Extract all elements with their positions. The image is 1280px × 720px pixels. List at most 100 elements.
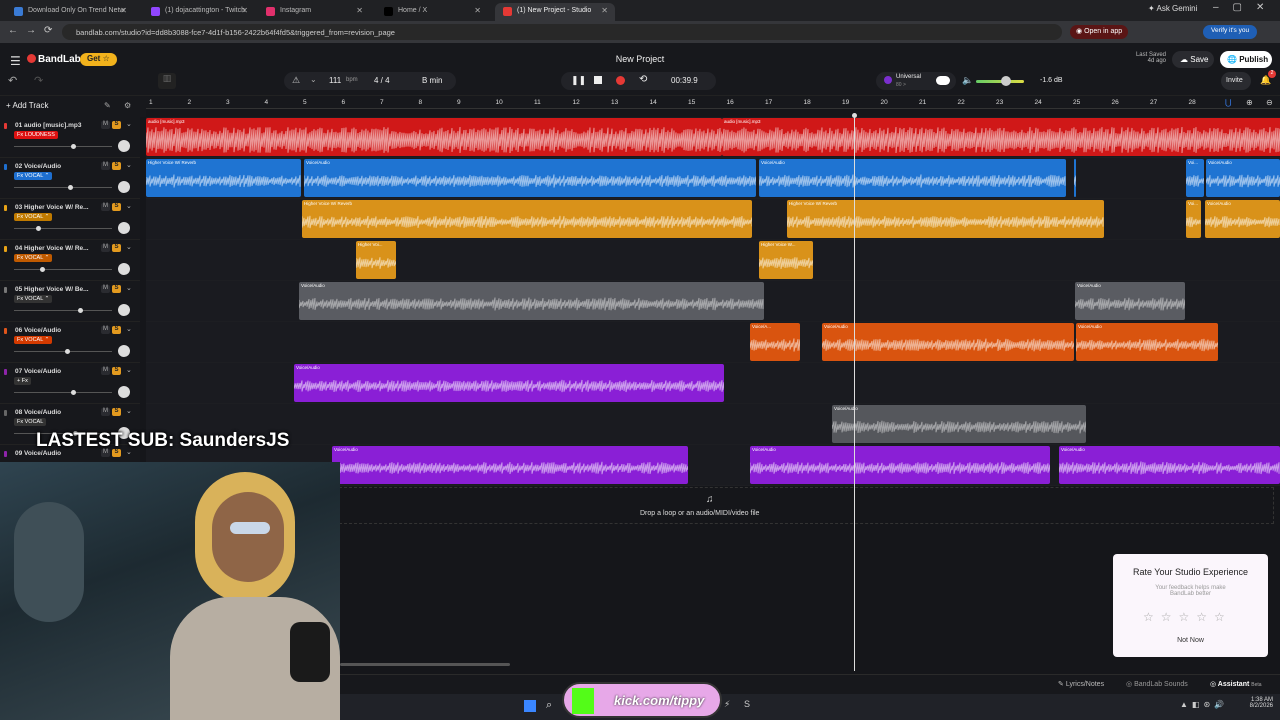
mixer-icon[interactable]: ▥ xyxy=(158,73,176,89)
mute-button[interactable]: M xyxy=(101,408,110,416)
track-header[interactable]: 07 Voice/Audio + Fx M S ⌄ xyxy=(0,363,140,404)
fx-badge[interactable]: Fx VOCAL ⌃ xyxy=(14,172,53,180)
track-name[interactable]: 03 Higher Voice W/ Re... xyxy=(15,204,89,211)
track-volume-slider[interactable] xyxy=(14,228,112,229)
fx-badge[interactable]: Fx VOCAL ⌃ xyxy=(14,336,53,344)
search-icon[interactable]: ⌕ xyxy=(546,699,552,712)
track-header[interactable]: 02 Voice/Audio Fx VOCAL ⌃ M S ⌄ xyxy=(0,158,140,199)
star-rating[interactable]: ☆☆☆☆☆ xyxy=(1143,610,1232,624)
verify-button[interactable]: Verify it's you xyxy=(1203,25,1258,39)
close-icon[interactable]: ✕ xyxy=(356,6,363,15)
audio-clip[interactable]: Higher Voice W/ Reverb xyxy=(146,159,301,197)
track-volume-slider[interactable] xyxy=(14,351,112,352)
publish-button[interactable]: 🌐 Publish xyxy=(1220,51,1272,68)
key-selector[interactable]: B min xyxy=(422,76,442,85)
fx-badge[interactable]: Fx VOCAL ⌃ xyxy=(14,213,53,221)
undo-icon[interactable]: ↶ xyxy=(8,74,17,87)
fx-badge[interactable]: Fx VOCAL ⌃ xyxy=(14,254,53,262)
mute-button[interactable]: M xyxy=(101,244,110,252)
track-header[interactable]: 03 Higher Voice W/ Re... Fx VOCAL ⌃ M S ⌄ xyxy=(0,199,140,240)
chevron-down-icon[interactable]: ⌄ xyxy=(126,202,132,210)
invite-button[interactable]: Invite xyxy=(1221,72,1251,90)
loop-icon[interactable]: ⟲ xyxy=(639,74,647,85)
browser-tab[interactable]: Instagram ✕ xyxy=(258,3,370,21)
mute-button[interactable]: M xyxy=(101,121,110,129)
window-controls[interactable]: –▢✕ xyxy=(1213,2,1278,13)
fx-badge[interactable]: Fx VOCAL ⌃ xyxy=(14,295,53,303)
solo-button[interactable]: S xyxy=(112,162,121,170)
lyrics-button[interactable]: ✎ Lyrics/Notes xyxy=(1058,680,1104,688)
nav-arrows[interactable]: ←→⟳ xyxy=(8,25,60,36)
audio-clip[interactable]: Higher Voice W... xyxy=(759,241,813,279)
track-lane[interactable]: Higher Voice W/ Reverb Voice/Audio Voice/A… xyxy=(146,158,1280,199)
audio-clip[interactable]: Voice/Audio xyxy=(822,323,1074,361)
mute-button[interactable]: M xyxy=(101,162,110,170)
close-icon[interactable]: ✕ xyxy=(120,6,127,15)
solo-button[interactable]: S xyxy=(112,326,121,334)
audio-clip[interactable]: Voi... xyxy=(1186,200,1201,238)
track-name[interactable]: 01 audio [music].mp3 xyxy=(15,122,81,129)
track-name[interactable]: 07 Voice/Audio xyxy=(15,368,61,375)
record-icon[interactable] xyxy=(616,76,625,85)
sounds-button[interactable]: ◎ BandLab Sounds xyxy=(1126,680,1188,688)
ask-gemini-button[interactable]: ✦ Ask Gemini xyxy=(1148,4,1197,13)
track-lane[interactable]: Voice/A... Voice/Audio Voice/Audio xyxy=(146,322,1280,363)
close-icon[interactable]: ✕ xyxy=(241,6,248,15)
solo-button[interactable]: S xyxy=(112,244,121,252)
fx-badge[interactable]: Fx LOUDNESS xyxy=(14,131,58,139)
track-volume-slider[interactable] xyxy=(14,310,112,311)
track-name[interactable]: 02 Voice/Audio xyxy=(15,163,61,170)
track-lane[interactable]: Voice/Audio xyxy=(146,363,1280,404)
chevron-down-icon[interactable]: ⌄ xyxy=(310,75,317,84)
timeline-ruler[interactable]: 1 2 3 4 5 6 7 8 9 10 11 12 13 14 15 16 17 18 19 20 21 22 23 24 2… xyxy=(146,96,1280,109)
track-volume-slider[interactable] xyxy=(14,187,112,188)
track-volume-knob[interactable] xyxy=(35,226,41,231)
settings-icon[interactable]: ⚙ xyxy=(124,101,131,110)
audio-clip[interactable]: Voice/Audio xyxy=(1076,323,1218,361)
add-track-button[interactable]: + Add Track xyxy=(6,101,48,110)
zoom-out-icon[interactable]: ⊖ xyxy=(1266,98,1273,107)
time-signature[interactable]: 4 / 4 xyxy=(374,76,390,85)
master-volume-slider[interactable] xyxy=(976,80,1024,83)
chevron-down-icon[interactable]: ⌄ xyxy=(126,243,132,251)
track-volume-knob[interactable] xyxy=(40,267,46,272)
audio-clip[interactable]: Higher Voice W/ Reverb xyxy=(787,200,1104,238)
not-now-button[interactable]: Not Now xyxy=(1113,637,1268,644)
url-field[interactable]: bandlab.com/studio?id=dd8b3088-fce7-4d1f… xyxy=(62,24,1062,40)
audio-clip[interactable]: Voice/Audio xyxy=(304,159,756,197)
get-button[interactable]: Get ☆ xyxy=(80,53,117,66)
audio-clip[interactable]: Higher Voice W/ Reverb xyxy=(302,200,752,238)
pan-knob[interactable] xyxy=(118,263,130,275)
track-volume-slider[interactable] xyxy=(14,392,112,393)
browser-tab[interactable]: Download Only On Trend Netw ✕ xyxy=(6,3,134,21)
audio-clip[interactable]: Voice/Audio xyxy=(759,159,1066,197)
redo-icon[interactable]: ↷ xyxy=(34,74,43,87)
audio-clip[interactable]: Voice/Audio xyxy=(1059,446,1280,484)
drop-zone[interactable]: ♫ Drop a loop or an audio/MIDI/video fil… xyxy=(339,487,1274,524)
pan-knob[interactable] xyxy=(118,386,130,398)
audio-clip[interactable]: Voi... xyxy=(1186,159,1204,197)
audio-clip[interactable]: Voice/A... xyxy=(750,323,800,361)
pan-knob[interactable] xyxy=(118,304,130,316)
audio-clip[interactable]: Voice/Audio xyxy=(1075,282,1185,320)
close-icon[interactable]: ✕ xyxy=(601,6,608,15)
solo-button[interactable]: S xyxy=(112,121,121,129)
track-header[interactable]: 01 audio [music].mp3 Fx LOUDNESS M S ⌄ xyxy=(0,117,140,158)
audio-clip[interactable]: Voice/Audio xyxy=(332,446,688,484)
mute-button[interactable]: M xyxy=(101,367,110,375)
solo-button[interactable]: S xyxy=(112,408,121,416)
audio-clip[interactable]: Voice/Audio xyxy=(1205,200,1280,238)
playhead-handle[interactable] xyxy=(852,113,857,118)
universal-toggle[interactable] xyxy=(936,76,950,85)
master-volume-knob[interactable] xyxy=(1001,76,1011,86)
track-name[interactable]: 08 Voice/Audio xyxy=(15,409,61,416)
audio-clip[interactable]: Higher Voi... xyxy=(356,241,396,279)
track-volume-knob[interactable] xyxy=(70,390,76,395)
audio-clip[interactable]: Voice/Audio xyxy=(750,446,1050,484)
solo-button[interactable]: S xyxy=(112,285,121,293)
track-name[interactable]: 05 Higher Voice W/ Be... xyxy=(15,286,89,293)
mute-button[interactable]: M xyxy=(101,285,110,293)
mute-button[interactable]: M xyxy=(101,326,110,334)
horizontal-scrollbar[interactable] xyxy=(340,663,510,666)
track-lane[interactable]: Voice/Audio Voice/Audio xyxy=(146,281,1280,322)
